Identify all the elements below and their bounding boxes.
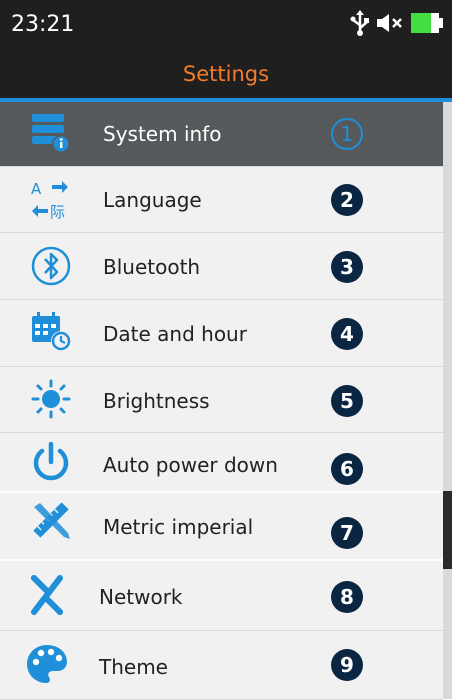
settings-item-metric-imperial[interactable]: Metric imperial 7 xyxy=(0,493,443,560)
settings-item-label: Auto power down xyxy=(103,453,278,477)
settings-item-label: System info xyxy=(103,122,222,146)
battery-icon xyxy=(411,13,443,33)
item-number-badge: 1 xyxy=(331,118,363,150)
item-number-badge: 6 xyxy=(331,453,363,485)
scrollbar-thumb[interactable] xyxy=(443,491,452,569)
scrollbar[interactable] xyxy=(443,102,452,699)
svg-text:A: A xyxy=(31,180,42,198)
power-icon xyxy=(33,442,69,481)
settings-item-label: Date and hour xyxy=(103,322,247,346)
settings-item-language[interactable]: A 际 Language 2 xyxy=(0,167,443,233)
network-icon xyxy=(31,575,63,615)
calendar-clock-icon xyxy=(32,312,71,351)
settings-item-date-and-hour[interactable]: Date and hour 4 xyxy=(0,300,443,367)
settings-item-system-info[interactable]: System info 1 xyxy=(0,102,443,167)
settings-item-theme[interactable]: Theme 9 xyxy=(0,631,443,700)
language-icon: A 际 xyxy=(31,180,68,221)
item-number-badge: 9 xyxy=(331,649,363,681)
page-title: Settings xyxy=(182,62,270,86)
settings-item-label: Network xyxy=(99,585,183,609)
item-number-badge: 5 xyxy=(331,385,363,417)
bluetooth-icon xyxy=(31,246,71,286)
status-bar: 23:21 Settings xyxy=(0,0,452,98)
usb-icon xyxy=(350,10,369,36)
clock: 23:21 xyxy=(11,12,75,37)
mute-icon xyxy=(377,14,402,32)
ruler-icon xyxy=(33,502,70,539)
item-number-badge: 7 xyxy=(331,517,363,549)
settings-item-bluetooth[interactable]: Bluetooth 3 xyxy=(0,233,443,300)
brightness-icon xyxy=(31,379,71,419)
settings-item-brightness[interactable]: Brightness 5 xyxy=(0,367,443,433)
item-number-badge: 8 xyxy=(331,581,363,613)
item-number-badge: 4 xyxy=(331,318,363,350)
settings-item-label: Metric imperial xyxy=(103,515,254,539)
item-number-badge: 2 xyxy=(331,184,363,216)
system-info-icon xyxy=(32,114,70,153)
settings-item-label: Brightness xyxy=(103,389,210,413)
settings-item-label: Language xyxy=(103,188,202,212)
settings-item-auto-power-down[interactable]: Auto power down 6 xyxy=(0,433,443,492)
svg-text:际: 际 xyxy=(50,203,65,221)
settings-item-label: Bluetooth xyxy=(103,255,201,279)
settings-item-label: Theme xyxy=(99,655,168,679)
settings-item-network[interactable]: Network 8 xyxy=(0,561,443,631)
theme-palette-icon xyxy=(27,645,67,683)
item-number-badge: 3 xyxy=(331,251,363,283)
